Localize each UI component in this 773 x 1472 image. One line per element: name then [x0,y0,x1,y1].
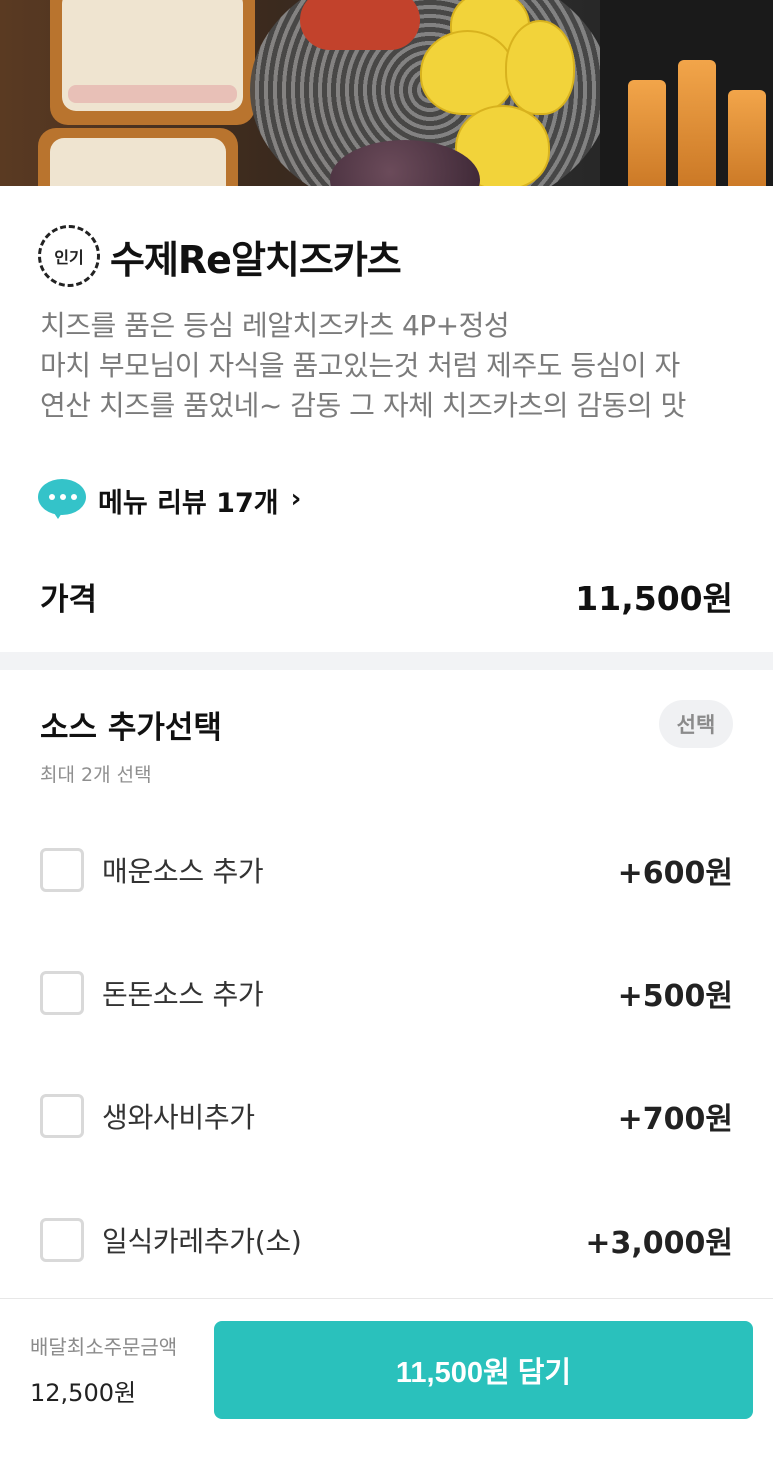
price-row: 가격 11,500원 [40,572,733,620]
option-checkbox[interactable] [40,971,84,1015]
description-line: 연산 치즈를 품었네~ 감동 그 자체 치즈카츠의 감동의 맛 [40,389,686,422]
description-line: 치즈를 품은 등심 레알치즈카츠 4P+정성 [40,309,510,342]
option-label: 일식카레추가(소) [102,1225,302,1258]
option-label: 생와사비추가 [102,1101,255,1134]
price-value: 11,500원 [575,579,733,618]
menu-title-row: 인기 수제Re알치즈카츠 [38,224,402,288]
option-row[interactable]: 돈돈소스 추가 +500원 [40,963,733,1023]
option-label: 돈돈소스 추가 [102,978,264,1011]
price-label: 가격 [40,581,98,618]
description-line: 마치 부모님이 자식을 품고있는것 처럼 제주도 등심이 자 [40,349,680,382]
min-order-value: 12,500원 [30,1379,137,1407]
option-price: +3,000원 [585,1226,733,1261]
option-label: 매운소스 추가 [102,855,264,888]
menu-title: 수제Re알치즈카츠 [110,237,402,282]
option-price: +700원 [617,1102,733,1137]
option-row[interactable]: 매운소스 추가 +600원 [40,840,733,900]
option-price: +500원 [617,979,733,1014]
min-order-label: 배달최소주문금액 [30,1335,178,1359]
option-price: +600원 [617,856,733,891]
review-link-label: 메뉴 리뷰 17개 [98,487,279,519]
utensils [600,0,773,186]
option-row[interactable]: 생와사비추가 +700원 [40,1086,733,1146]
chevron-right-icon: › [290,484,302,514]
options-header: 소스 추가선택 선택 [40,700,733,748]
menu-description: 치즈를 품은 등심 레알치즈카츠 4P+정성 마치 부모님이 자식을 품고있는것… [40,306,740,426]
kimchi [300,0,420,50]
menu-review-link[interactable]: 메뉴 리뷰 17개 › [38,478,301,522]
option-checkbox[interactable] [40,848,84,892]
section-divider [0,652,773,670]
options-limit-text: 최대 2개 선택 [40,764,152,786]
popular-badge-icon: 인기 [38,225,100,287]
optional-badge: 선택 [659,700,733,748]
options-title: 소스 추가선택 [40,709,222,746]
bottom-order-bar: 배달최소주문금액 12,500원 11,500원 담기 [0,1298,773,1472]
option-checkbox[interactable] [40,1094,84,1138]
pickled-radish [420,30,515,115]
option-checkbox[interactable] [40,1218,84,1262]
speech-bubble-icon [38,479,86,521]
cutlet-piece [38,128,238,186]
cutlet-piece [50,0,255,125]
add-to-cart-button[interactable]: 11,500원 담기 [214,1321,753,1419]
option-row[interactable]: 일식카레추가(소) +3,000원 [40,1210,733,1270]
menu-hero-image [0,0,773,186]
pickled-radish [505,20,575,115]
